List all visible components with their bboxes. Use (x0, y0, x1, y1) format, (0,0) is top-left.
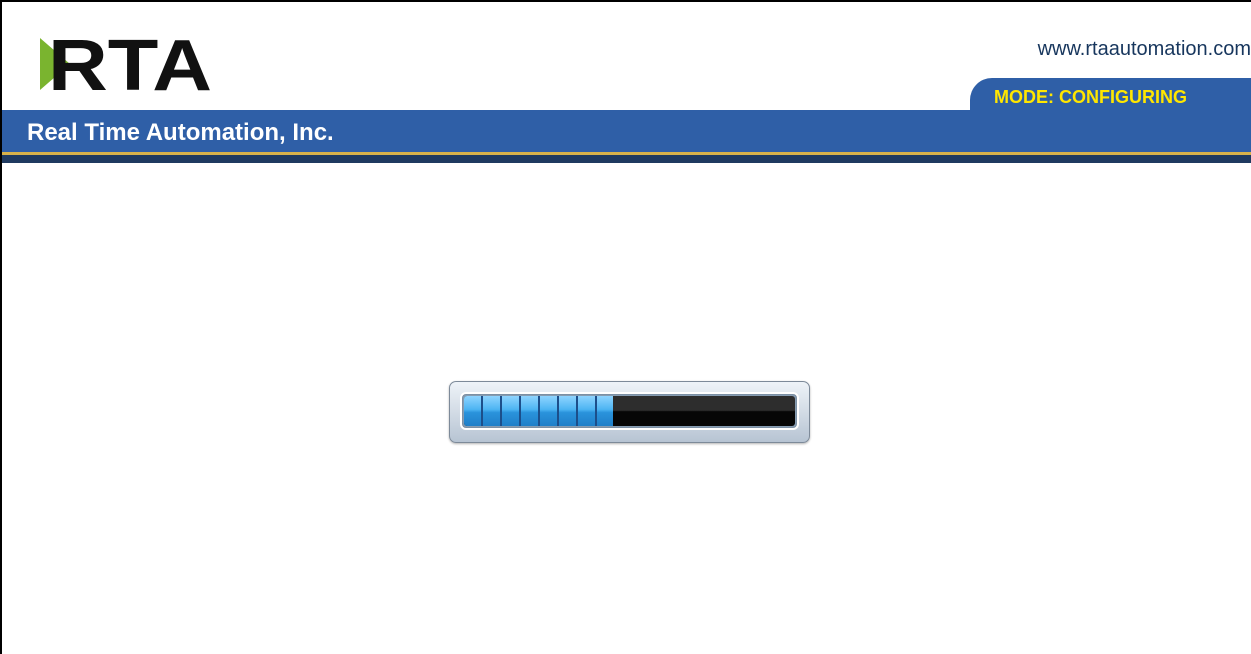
progress-inner-frame (460, 392, 799, 430)
logo-text: RTA (48, 28, 212, 98)
loading-progress-bar (449, 381, 810, 443)
mode-status-label: MODE: CONFIGURING (994, 87, 1187, 107)
header-dark-divider (2, 155, 1251, 163)
site-url-link[interactable]: www.rtaautomation.com (1038, 38, 1251, 61)
progress-fill (464, 396, 613, 426)
company-name: Real Time Automation, Inc. (27, 119, 334, 146)
page-frame: RTA www.rtaautomation.com MODE: CONFIGUR… (0, 0, 1251, 654)
rta-logo: RTA (40, 28, 212, 98)
progress-track (464, 396, 795, 426)
